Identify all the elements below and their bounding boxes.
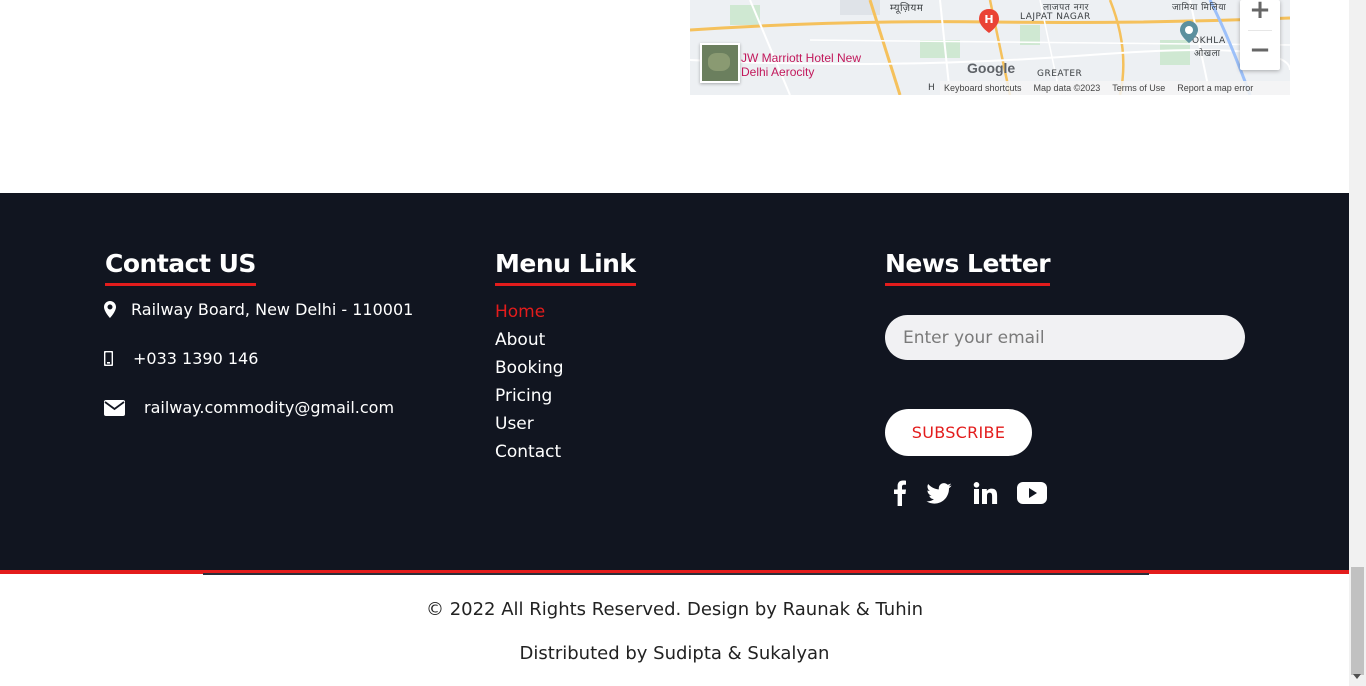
newsletter-title: News Letter bbox=[885, 248, 1051, 286]
footer-divider bbox=[203, 573, 1149, 575]
hospital-pin-icon[interactable]: H bbox=[978, 8, 1000, 34]
menu-link-pricing[interactable]: Pricing bbox=[495, 382, 564, 410]
keyboard-shortcuts-link[interactable]: Keyboard shortcuts bbox=[944, 83, 1022, 93]
page: म्यूज़ियम LAJPAT NAGAR लाजपत नगर जामिया … bbox=[0, 0, 1366, 686]
page-scrollbar[interactable] bbox=[1349, 0, 1366, 686]
contact-email-row: railway.commodity@gmail.com bbox=[104, 398, 394, 417]
menu-link-booking[interactable]: Booking bbox=[495, 354, 564, 382]
map-hotel-label[interactable]: JW Marriott Hotel New Delhi Aerocity bbox=[741, 51, 871, 79]
contact-phone-row: +033 1390 146 bbox=[104, 349, 258, 368]
satellite-toggle-thumbnail[interactable] bbox=[700, 43, 740, 83]
map-label-okhla-hi: ओखला bbox=[1194, 49, 1221, 59]
contact-address-row: Railway Board, New Delhi - 110001 bbox=[104, 300, 413, 319]
linkedin-icon[interactable] bbox=[972, 478, 998, 508]
menu-link-user[interactable]: User bbox=[495, 410, 564, 438]
zoom-divider bbox=[1248, 30, 1272, 31]
map-marker-icon bbox=[104, 301, 131, 318]
contact-phone[interactable]: +033 1390 146 bbox=[133, 349, 258, 368]
report-map-error-link[interactable]: Report a map error bbox=[1177, 83, 1253, 93]
contact-title: Contact US bbox=[105, 248, 256, 286]
embedded-map[interactable]: म्यूज़ियम LAJPAT NAGAR लाजपत नगर जामिया … bbox=[690, 0, 1290, 95]
facebook-icon[interactable] bbox=[890, 478, 910, 508]
copyright-text: © 2022 All Rights Reserved. Design by Ra… bbox=[425, 599, 924, 620]
map-label-lajpat-en: LAJPAT NAGAR bbox=[1020, 12, 1091, 22]
subscribe-button[interactable]: SUBSCRIBE bbox=[885, 409, 1032, 456]
contact-email[interactable]: railway.commodity@gmail.com bbox=[144, 398, 394, 417]
map-attribution-bar: Keyboard shortcuts Map data ©2023 Terms … bbox=[940, 81, 1290, 95]
map-hotel-text: JW Marriott Hotel New Delhi Aerocity bbox=[741, 51, 862, 79]
zoom-out-button[interactable]: − bbox=[1240, 34, 1280, 66]
mobile-phone-icon bbox=[104, 351, 133, 366]
newsletter-email-input[interactable] bbox=[885, 315, 1245, 360]
envelope-icon bbox=[104, 399, 144, 416]
twitter-icon[interactable] bbox=[925, 478, 953, 508]
zoom-in-button[interactable]: + bbox=[1240, 0, 1280, 26]
menu-link-contact[interactable]: Contact bbox=[495, 438, 564, 466]
contact-address: Railway Board, New Delhi - 110001 bbox=[131, 300, 414, 319]
map-label-museum: म्यूज़ियम bbox=[890, 3, 924, 14]
map-label-h: H bbox=[928, 83, 936, 93]
terms-of-use-link[interactable]: Terms of Use bbox=[1112, 83, 1165, 93]
svg-text:H: H bbox=[984, 13, 993, 26]
map-label-jamia: जामिया मिलिया bbox=[1172, 3, 1227, 13]
map-zoom-control: + − bbox=[1240, 0, 1280, 70]
scrollbar-thumb[interactable] bbox=[1351, 567, 1364, 675]
map-label-lajpat-hi: लाजपत नगर bbox=[1043, 3, 1089, 13]
menu-title: Menu Link bbox=[495, 248, 636, 286]
place-pin-icon[interactable] bbox=[1179, 20, 1199, 44]
menu-link-home[interactable]: Home bbox=[495, 298, 564, 326]
scroll-down-arrow-icon[interactable] bbox=[1353, 674, 1361, 679]
distributed-text: Distributed by Sudipta & Sukalyan bbox=[519, 643, 830, 664]
map-label-greater: GREATER bbox=[1037, 69, 1083, 79]
map-data-text: Map data ©2023 bbox=[1033, 83, 1101, 93]
menu-link-about[interactable]: About bbox=[495, 326, 564, 354]
youtube-icon[interactable] bbox=[1016, 478, 1048, 508]
footer-menu: Home About Booking Pricing User Contact bbox=[495, 298, 564, 466]
google-logo[interactable]: Google bbox=[967, 60, 1015, 76]
